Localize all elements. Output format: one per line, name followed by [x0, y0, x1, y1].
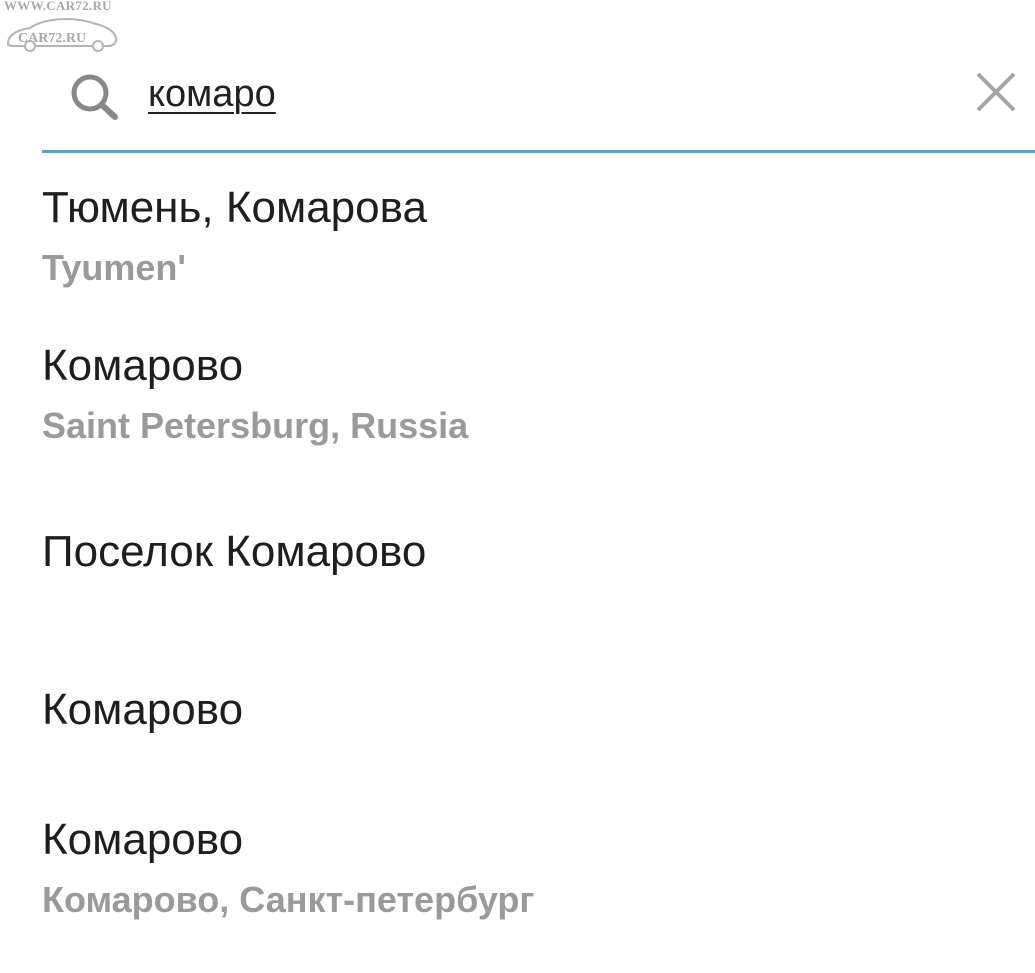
- result-item[interactable]: Поселок Комарово: [42, 526, 426, 578]
- result-subtitle: Tyumen': [42, 247, 186, 288]
- search-icon[interactable]: [68, 72, 120, 120]
- result-item[interactable]: Тюмень, Комарова Tyumen': [42, 182, 427, 290]
- search-input[interactable]: комаро: [148, 70, 276, 118]
- result-title: Комарово: [42, 685, 244, 734]
- result-title: Комарово: [42, 815, 244, 864]
- result-title: Поселок Комарово: [42, 527, 427, 576]
- result-item[interactable]: Комарово: [42, 684, 243, 736]
- result-item[interactable]: Комарово Saint Petersburg, Russia: [42, 340, 468, 448]
- close-icon[interactable]: [974, 70, 1018, 114]
- result-title: Тюмень, Комарова: [42, 183, 427, 232]
- result-item[interactable]: Комарово Комарово, Санкт-петербург: [42, 814, 534, 922]
- result-title: Комарово: [42, 341, 244, 390]
- search-underline: [42, 150, 1035, 153]
- result-subtitle: Saint Petersburg, Russia: [42, 405, 469, 446]
- search-bar: комаро: [0, 0, 1035, 154]
- result-subtitle: Комарово, Санкт-петербург: [42, 879, 535, 920]
